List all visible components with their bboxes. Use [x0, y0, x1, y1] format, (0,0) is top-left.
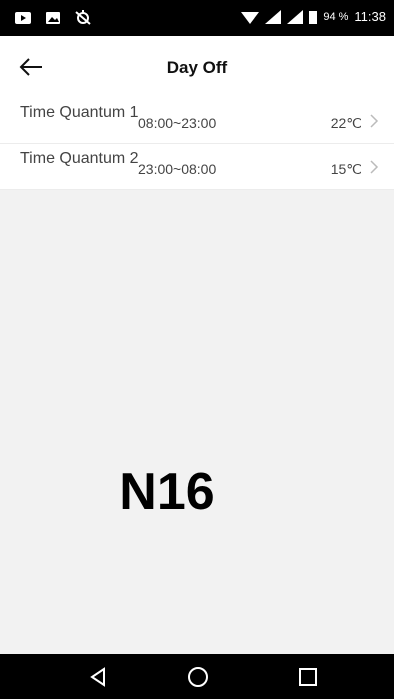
- chevron-right-icon: [370, 114, 379, 128]
- notification-icons: [14, 10, 92, 26]
- time-quantum-temperature: 15℃: [330, 161, 362, 177]
- chevron-right-icon: [370, 160, 379, 174]
- signal-icon: [265, 9, 282, 24]
- wifi-icon: [241, 11, 260, 24]
- time-quantum-name: Time Quantum 2: [20, 150, 139, 167]
- status-bar: 94 % 11:38: [0, 0, 394, 36]
- back-icon[interactable]: [86, 665, 110, 689]
- system-nav-bar: [0, 654, 394, 699]
- battery-percent: 94 %: [323, 10, 349, 23]
- location-off-icon: [75, 10, 91, 25]
- page-title: Day Off: [166, 58, 228, 77]
- device-model-label: N16: [119, 463, 215, 521]
- image-icon: [46, 12, 60, 24]
- header: Day Off: [0, 36, 394, 98]
- time-quantum-row-2[interactable]: Time Quantum 2 23:00~08:00 15℃: [0, 144, 394, 190]
- time-quantum-temperature: 22℃: [330, 115, 362, 131]
- clock: 11:38: [354, 9, 386, 24]
- time-quantum-range: 08:00~23:00: [138, 115, 217, 131]
- system-status: 94 % 11:38: [241, 9, 386, 24]
- signal-icon-2: [287, 9, 304, 24]
- youtube-icon: [15, 12, 31, 24]
- time-quantum-name: Time Quantum 1: [20, 104, 139, 121]
- recents-icon[interactable]: [296, 665, 320, 689]
- battery-icon: [309, 10, 318, 24]
- time-quantum-range: 23:00~08:00: [138, 161, 217, 177]
- time-quantum-row-1[interactable]: Time Quantum 1 08:00~23:00 22℃: [0, 98, 394, 144]
- empty-content-area: N16: [0, 192, 394, 654]
- time-quantum-list: Time Quantum 1 08:00~23:00 22℃ Time Quan…: [0, 98, 394, 190]
- home-icon[interactable]: [186, 665, 210, 689]
